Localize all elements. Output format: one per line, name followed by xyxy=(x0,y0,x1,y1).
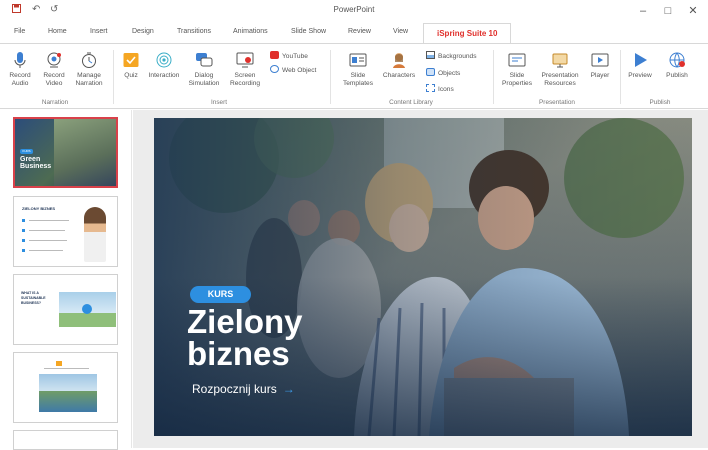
group-label-insert: Insert xyxy=(211,99,227,106)
thumbnail-wind-turbines-photo xyxy=(59,292,116,327)
publish-globe-icon xyxy=(669,52,685,68)
slide-title-line-2: biznes xyxy=(187,335,290,372)
quiz-icon xyxy=(123,53,139,67)
current-slide[interactable]: KURS Zielony biznes Rozpocznij kurs → xyxy=(154,118,692,436)
close-button[interactable]: ✕ xyxy=(682,2,704,20)
group-label-content-library: Content Library xyxy=(389,99,433,106)
group-label-publish: Publish xyxy=(649,99,671,106)
thumbnail-text-line xyxy=(29,230,65,231)
resources-icon xyxy=(552,53,568,68)
objects-icon xyxy=(426,68,435,76)
window-title: PowerPoint xyxy=(333,5,375,14)
slide-title-line-1: Zielony xyxy=(187,303,303,340)
interaction-button[interactable]: Interaction xyxy=(145,51,183,80)
player-icon xyxy=(591,53,609,67)
powerpoint-window: ↶ ↺ PowerPoint – □ ✕ File Home Insert De… xyxy=(0,0,708,450)
slide-thumbnail-5[interactable] xyxy=(13,430,118,450)
quiz-button[interactable]: Quiz xyxy=(119,51,143,80)
microphone-icon xyxy=(14,52,26,68)
thumbnail-photo xyxy=(54,119,116,186)
slide-thumbnail-1[interactable]: KURS Green Business xyxy=(13,117,118,188)
course-badge: KURS xyxy=(190,286,251,303)
tab-design[interactable]: Design xyxy=(132,28,154,35)
thumbnail-title: WHAT IS A SUSTAINABLE BUSINESS? xyxy=(21,291,46,305)
group-label-narration: Narration xyxy=(41,99,69,106)
play-icon xyxy=(635,53,647,67)
preview-button[interactable]: Preview xyxy=(625,51,655,80)
slide-thumbnail-4[interactable] xyxy=(13,352,118,423)
interaction-icon xyxy=(156,52,172,68)
tab-ispring-suite[interactable]: iSpring Suite 10 xyxy=(423,23,512,44)
slide-properties-button[interactable]: Slide Properties xyxy=(500,51,534,88)
web-object-button[interactable]: Web Object xyxy=(270,65,316,75)
tab-transitions[interactable]: Transitions xyxy=(177,28,211,35)
start-course-link[interactable]: Rozpocznij kurs → xyxy=(192,382,295,396)
thumbnail-person-photo xyxy=(84,207,106,262)
slide-properties-icon xyxy=(508,53,526,67)
globe-icon xyxy=(270,65,279,73)
tab-home[interactable]: Home xyxy=(48,28,67,35)
ribbon-panel: Record Audio Record Video Manage Narrati… xyxy=(0,43,708,109)
start-course-label: Rozpocznij kurs xyxy=(192,382,277,396)
ribbon-separator xyxy=(113,50,114,104)
backgrounds-button[interactable]: Backgrounds xyxy=(426,51,477,61)
character-icon xyxy=(393,53,405,68)
thumbnail-title: ZIELONY BIZNES xyxy=(22,206,56,211)
slide-template-icon xyxy=(349,53,367,67)
thumbnail-text-line xyxy=(29,250,63,251)
record-audio-button[interactable]: Record Audio xyxy=(4,51,36,88)
thumbnail-bullet xyxy=(22,219,25,222)
tab-review[interactable]: Review xyxy=(348,28,371,35)
slide-editor-area: KURS Zielony biznes Rozpocznij kurs → xyxy=(133,110,708,448)
thumbnail-logo-icon xyxy=(56,361,62,366)
tab-animations[interactable]: Animations xyxy=(233,28,268,35)
slide-thumbnail-3[interactable]: WHAT IS A SUSTAINABLE BUSINESS? xyxy=(13,274,118,345)
youtube-button[interactable]: YouTube xyxy=(270,51,308,61)
arrow-right-icon: → xyxy=(282,382,295,396)
ribbon-separator xyxy=(330,50,331,104)
thumbnail-aerial-photo xyxy=(39,374,97,412)
icons-button[interactable]: Icons xyxy=(426,84,454,94)
presentation-resources-button[interactable]: Presentation Resources xyxy=(538,51,582,88)
thumbnail-text-line xyxy=(44,368,89,369)
tab-insert[interactable]: Insert xyxy=(90,28,108,35)
thumbnail-badge: KURS xyxy=(20,149,33,154)
tab-file[interactable]: File xyxy=(14,28,25,35)
maximize-button[interactable]: □ xyxy=(657,2,679,20)
webcam-icon xyxy=(47,52,61,68)
thumbnail-text-line xyxy=(29,220,69,221)
dialog-bubbles-icon xyxy=(196,53,213,67)
tab-view[interactable]: View xyxy=(393,28,408,35)
thumbnail-play-icon xyxy=(82,304,92,314)
publish-button[interactable]: Publish xyxy=(660,51,694,80)
slide-thumbnail-2[interactable]: ZIELONY BIZNES xyxy=(13,196,118,267)
stopwatch-icon xyxy=(82,52,96,68)
screen-recording-button[interactable]: Screen Recording xyxy=(226,51,264,88)
manage-narration-button[interactable]: Manage Narration xyxy=(72,51,106,88)
ribbon-separator xyxy=(620,50,621,104)
youtube-icon xyxy=(270,51,279,59)
slide-templates-button[interactable]: Slide Templates xyxy=(340,51,376,88)
characters-button[interactable]: Characters xyxy=(380,51,418,80)
group-label-presentation: Presentation xyxy=(539,99,575,106)
player-button[interactable]: Player xyxy=(586,51,614,80)
record-video-button[interactable]: Record Video xyxy=(38,51,70,88)
icons-library-icon xyxy=(426,84,435,92)
thumbnail-bullet xyxy=(22,249,25,252)
slide-thumbnail-pane: KURS Green Business ZIELONY BIZNES WHAT … xyxy=(0,110,132,450)
objects-button[interactable]: Objects xyxy=(426,68,460,78)
dialog-simulation-button[interactable]: Dialog Simulation xyxy=(185,51,223,88)
ribbon-separator xyxy=(493,50,494,104)
title-bar: ↶ ↺ PowerPoint – □ ✕ xyxy=(0,0,708,22)
thumbnail-bullet xyxy=(22,229,25,232)
thumbnail-text-line xyxy=(29,240,67,241)
tab-slide-show[interactable]: Slide Show xyxy=(291,28,326,35)
backgrounds-icon xyxy=(426,51,435,59)
thumbnail-bullet xyxy=(22,239,25,242)
thumbnail-title: Green Business xyxy=(20,156,52,170)
minimize-button[interactable]: – xyxy=(632,2,654,20)
ribbon-tabs: File Home Insert Design Transitions Anim… xyxy=(0,22,708,44)
slide-title: Zielony biznes xyxy=(187,303,387,372)
screen-record-icon xyxy=(236,52,254,68)
